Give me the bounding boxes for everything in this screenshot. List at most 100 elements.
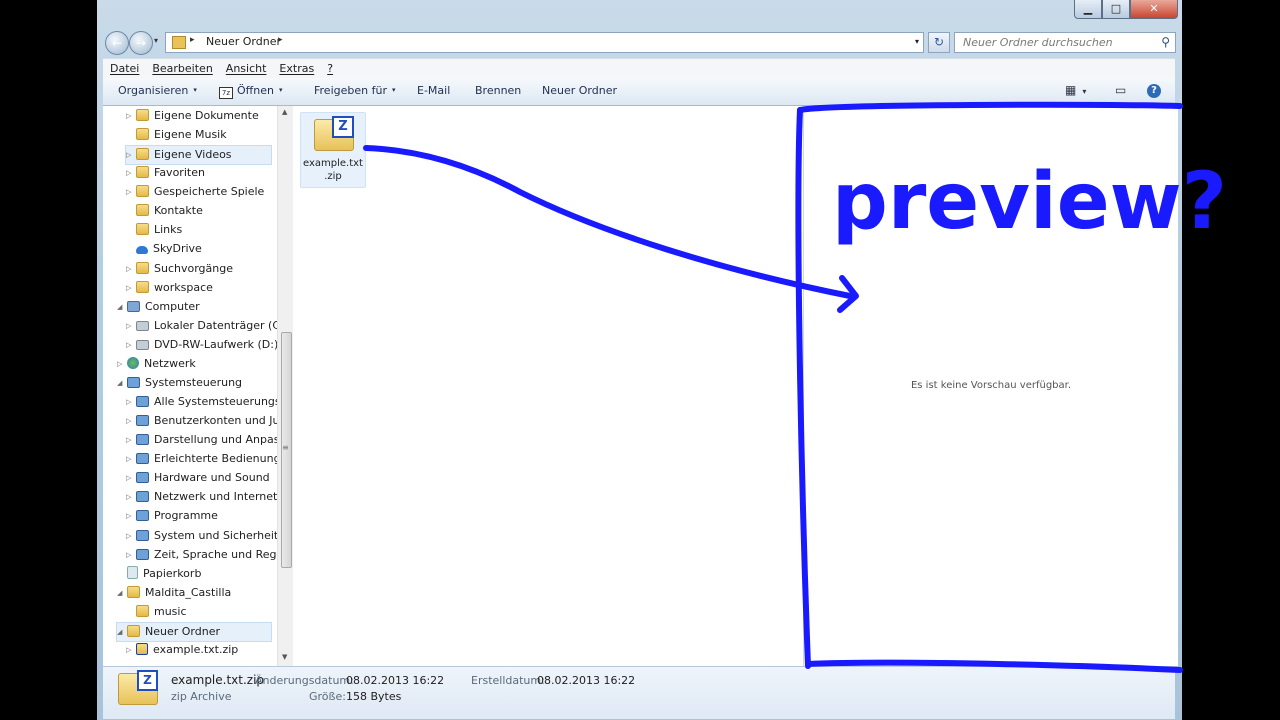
nav-item[interactable]: ◢ Neuer Ordner bbox=[116, 621, 272, 642]
nav-item[interactable]: ▷ Eigene Dokumente bbox=[126, 107, 271, 125]
nav-item[interactable]: ▷ Programme bbox=[126, 507, 271, 525]
collapse-arrow-icon[interactable]: ◢ bbox=[117, 298, 126, 316]
address-bar[interactable]: ▸ Neuer Ordner ▸ ▾ bbox=[165, 32, 924, 53]
folder-icon bbox=[136, 109, 149, 121]
zip-file-icon: Z bbox=[314, 116, 354, 151]
scroll-up-icon[interactable]: ▲ bbox=[282, 108, 287, 116]
nav-item[interactable]: Kontakte bbox=[126, 202, 271, 220]
expand-arrow-icon[interactable]: ▷ bbox=[117, 355, 126, 373]
expand-arrow-icon[interactable]: ▷ bbox=[126, 469, 135, 487]
nav-item[interactable]: Eigene Musik bbox=[126, 126, 271, 144]
expand-arrow-icon[interactable]: ▷ bbox=[126, 260, 135, 278]
nav-item[interactable]: ▷ Alle Systemsteuerungse bbox=[126, 393, 277, 411]
expand-arrow-icon[interactable]: ▷ bbox=[126, 527, 135, 545]
expand-arrow-icon[interactable]: ▷ bbox=[126, 450, 135, 468]
help-icon: ? bbox=[1151, 85, 1157, 96]
nav-item[interactable]: ▷ example.txt.zip bbox=[126, 641, 271, 659]
nav-item[interactable]: Papierkorb bbox=[117, 565, 271, 583]
expand-arrow-icon[interactable]: ▷ bbox=[126, 336, 135, 354]
burn-button[interactable]: Brennen bbox=[475, 84, 521, 97]
nav-item[interactable]: ▷ Gespeicherte Spiele bbox=[126, 183, 271, 201]
refresh-button[interactable]: ↻ bbox=[928, 32, 950, 53]
cpanel-icon bbox=[136, 491, 149, 503]
change-view-button[interactable]: ▦ ▾ bbox=[1065, 83, 1086, 97]
collapse-arrow-icon[interactable]: ◢ bbox=[117, 584, 126, 602]
nav-item[interactable]: Links bbox=[126, 221, 271, 239]
preview-pane-button[interactable]: ▭ bbox=[1115, 83, 1126, 97]
collapse-arrow-icon[interactable]: ◢ bbox=[117, 374, 126, 392]
nav-item[interactable]: ▷ Zeit, Sprache und Regio bbox=[126, 546, 277, 564]
organize-button[interactable]: Organisieren ▾ bbox=[118, 84, 197, 97]
folder-icon bbox=[172, 36, 186, 49]
nav-item[interactable]: SkyDrive bbox=[126, 240, 271, 258]
nav-item[interactable]: ▷ Eigene Videos bbox=[125, 145, 272, 166]
breadcrumb-arrow-icon[interactable]: ▸ bbox=[190, 35, 195, 45]
new-folder-button[interactable]: Neuer Ordner bbox=[542, 84, 617, 97]
nav-item[interactable]: ▷ DVD-RW-Laufwerk (D:) bbox=[126, 336, 277, 354]
nav-item[interactable]: ▷ Suchvorgänge bbox=[126, 260, 271, 278]
back-button[interactable]: ← bbox=[105, 31, 129, 55]
expand-arrow-icon[interactable]: ▷ bbox=[126, 641, 135, 659]
nav-item[interactable]: ▷ System und Sicherheit bbox=[126, 527, 277, 545]
nav-item[interactable]: ◢ Computer bbox=[117, 298, 271, 316]
zipf-icon bbox=[136, 642, 148, 655]
scroll-down-icon[interactable]: ▼ bbox=[282, 653, 287, 661]
menu-edit[interactable]: Bearbeiten bbox=[145, 59, 218, 79]
maximize-button[interactable]: □ bbox=[1102, 0, 1130, 19]
menu-view[interactable]: Ansicht bbox=[219, 59, 273, 79]
nav-item[interactable]: ▷ workspace bbox=[126, 279, 271, 297]
expand-arrow-icon[interactable]: ▷ bbox=[126, 146, 135, 164]
file-name-line1: example.txt bbox=[303, 158, 363, 169]
nav-item[interactable]: ▷ Favoriten bbox=[126, 164, 271, 182]
expand-arrow-icon[interactable]: ▷ bbox=[126, 488, 135, 506]
minimize-button[interactable]: ▁ bbox=[1074, 0, 1102, 19]
breadcrumb-current[interactable]: Neuer Ordner bbox=[206, 35, 281, 48]
net-icon bbox=[127, 356, 139, 369]
nav-scrollbar[interactable]: ▲ ≡ ▼ bbox=[277, 106, 294, 666]
nav-item[interactable]: ◢ Maldita_Castilla bbox=[117, 584, 271, 602]
expand-arrow-icon[interactable]: ▷ bbox=[126, 107, 135, 125]
computer-icon bbox=[127, 300, 140, 312]
email-button[interactable]: E-Mail bbox=[417, 84, 450, 97]
expand-arrow-icon[interactable]: ▷ bbox=[126, 164, 135, 182]
expand-arrow-icon[interactable]: ▷ bbox=[126, 431, 135, 449]
menu-bar: Datei Bearbeiten Ansicht Extras ? bbox=[103, 58, 1175, 79]
expand-arrow-icon[interactable]: ▷ bbox=[126, 183, 135, 201]
expand-arrow-icon[interactable]: ▷ bbox=[126, 279, 135, 297]
open-button[interactable]: 7z Öffnen ▾ bbox=[219, 84, 282, 99]
nav-item-label: Eigene Videos bbox=[154, 148, 232, 162]
expand-arrow-icon[interactable]: ▷ bbox=[126, 546, 135, 564]
nav-item[interactable]: ▷ Netzwerk bbox=[117, 355, 271, 373]
nav-item-label: Neuer Ordner bbox=[145, 624, 220, 638]
expand-arrow-icon[interactable]: ▷ bbox=[126, 412, 135, 430]
share-button[interactable]: Freigeben für ▾ bbox=[314, 84, 395, 97]
address-dropdown-icon[interactable]: ▾ bbox=[915, 37, 919, 46]
nav-item[interactable]: ▷ Netzwerk und Internet bbox=[126, 488, 277, 506]
close-button[interactable]: ✕ bbox=[1130, 0, 1178, 19]
nav-item[interactable]: ▷ Darstellung und Anpass bbox=[126, 431, 277, 449]
help-button[interactable]: ? bbox=[1147, 84, 1161, 98]
forward-button[interactable]: → bbox=[129, 31, 153, 55]
nav-item[interactable]: ▷ Erleichterte Bedienung bbox=[126, 450, 277, 468]
expand-arrow-icon[interactable]: ▷ bbox=[126, 317, 135, 335]
expand-arrow-icon[interactable]: ▷ bbox=[126, 393, 135, 411]
file-item[interactable]: Z example.txt .zip bbox=[300, 112, 366, 188]
breadcrumb-arrow-icon[interactable]: ▸ bbox=[278, 35, 283, 45]
nav-item[interactable]: music bbox=[126, 603, 271, 621]
collapse-arrow-icon[interactable]: ◢ bbox=[117, 623, 126, 641]
recent-pages-dropdown-icon[interactable]: ▾ bbox=[154, 36, 158, 45]
expand-arrow-icon[interactable]: ▷ bbox=[126, 507, 135, 525]
nav-item[interactable]: ▷ Hardware und Sound bbox=[126, 469, 271, 487]
nav-item[interactable]: ▷ Benutzerkonten und Jug bbox=[126, 412, 277, 430]
menu-tools[interactable]: Extras bbox=[272, 59, 320, 79]
size-label: Größe: bbox=[309, 690, 346, 703]
nav-item-label: Kontakte bbox=[154, 204, 203, 218]
menu-file[interactable]: Datei bbox=[103, 59, 145, 79]
search-icon[interactable]: ⚲ bbox=[1161, 35, 1170, 49]
nav-item[interactable]: ▷ Lokaler Datenträger (C:) bbox=[126, 317, 277, 335]
nav-item[interactable]: ◢ Systemsteuerung bbox=[117, 374, 271, 392]
cpanel-icon bbox=[136, 548, 149, 560]
search-input[interactable] bbox=[961, 33, 1155, 52]
nav-item-label: Programme bbox=[154, 509, 218, 523]
menu-help[interactable]: ? bbox=[320, 59, 339, 79]
